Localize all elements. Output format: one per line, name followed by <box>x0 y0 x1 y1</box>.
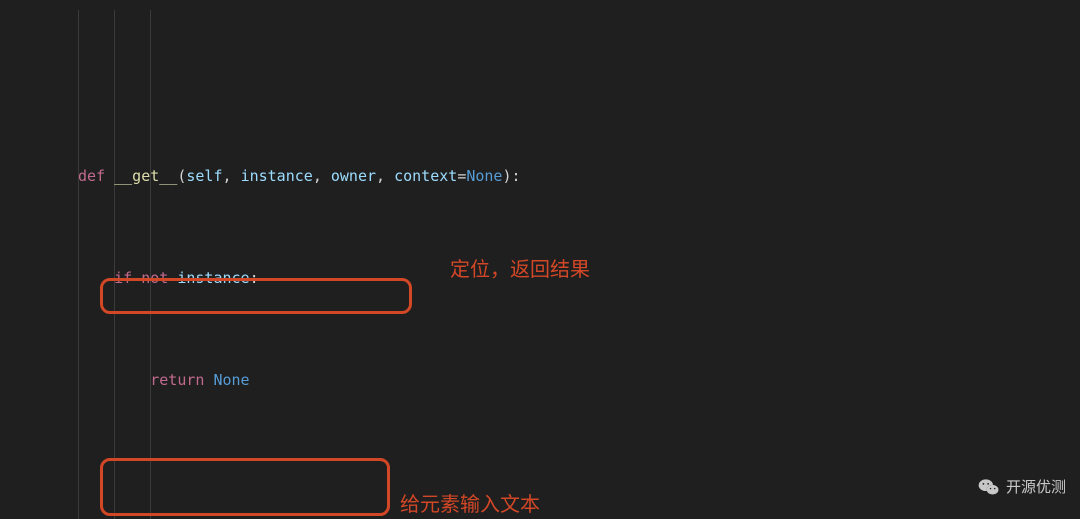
code-line: return None <box>0 368 1080 394</box>
indent-guides <box>78 10 114 519</box>
code-line <box>0 471 1080 497</box>
code-line: def __get__(self, instance, owner, conte… <box>0 164 1080 190</box>
code-editor[interactable]: def __get__(self, instance, owner, conte… <box>0 0 1080 519</box>
wechat-watermark: 开源优测 <box>978 476 1066 497</box>
code-line: if not instance: <box>0 266 1080 292</box>
watermark-text: 开源优测 <box>1006 476 1066 497</box>
wechat-icon <box>978 478 1000 496</box>
